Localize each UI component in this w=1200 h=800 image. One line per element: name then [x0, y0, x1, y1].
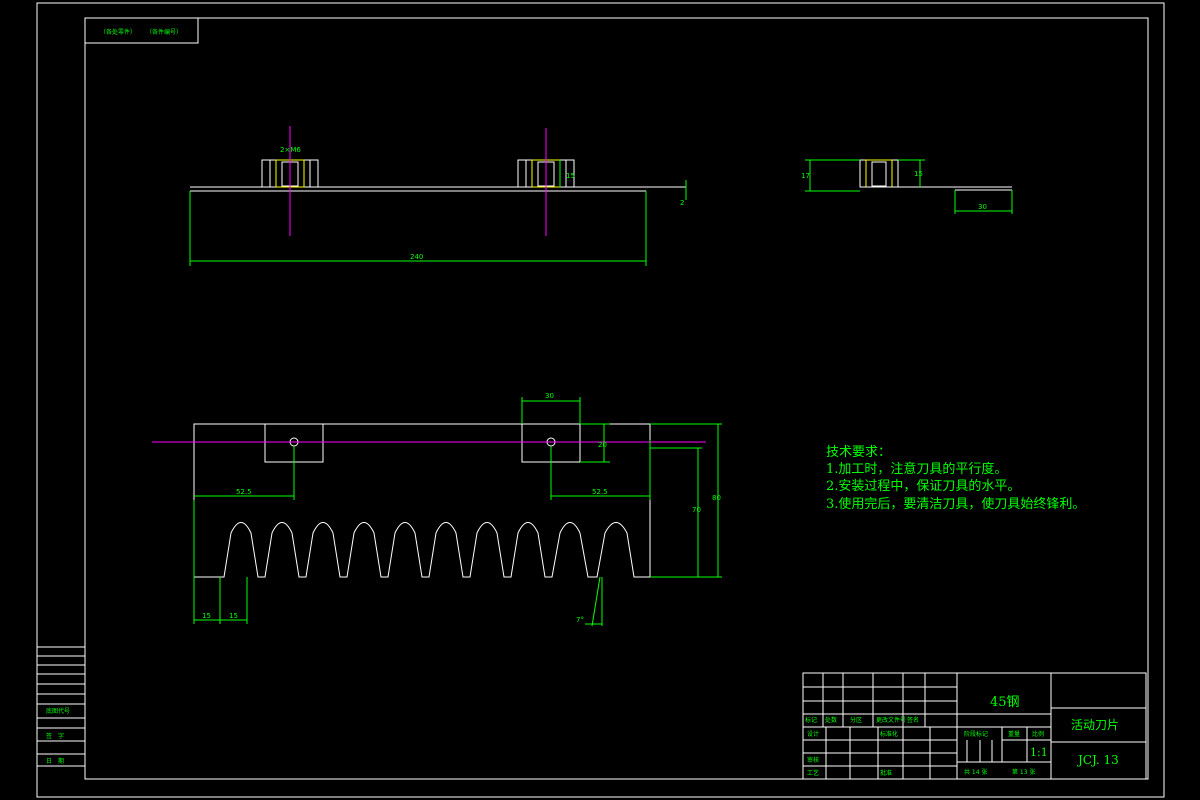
sheet-no: 第 13 张 — [1012, 768, 1035, 776]
dim-rise-2: 2 — [680, 199, 684, 207]
dim-plan-30: 30 — [545, 392, 554, 400]
dim-240: 240 — [410, 253, 423, 261]
title-block: 标记 处数 分区 更改文件号 签名 设计 标准化 审核 工艺 批准 45钢 阶段… — [802, 672, 1147, 780]
inner-frame — [84, 17, 1149, 780]
tb-row-craft: 工艺 — [807, 769, 819, 777]
dim-thread: 2×M6 — [280, 146, 301, 154]
dim-side-30: 30 — [978, 203, 987, 211]
dim-plan-70: 70 — [692, 506, 701, 514]
left-table-label-3: 日 期 — [46, 757, 64, 765]
dim-plan-left: 52.5 — [236, 488, 252, 496]
top-label-box: （各处零件） （各件编号） — [84, 17, 199, 44]
dim-side-15: 15 — [914, 170, 923, 178]
dim-plan-t1: 15 — [202, 612, 211, 620]
part-name: 活动刀片 — [1071, 718, 1119, 732]
tb-row-design: 设计 — [807, 730, 819, 738]
tb-row-approve: 批准 — [880, 769, 892, 777]
sheets-total: 共 14 张 — [964, 768, 987, 776]
dim-side-17: 17 — [801, 172, 810, 180]
outer-frame — [36, 2, 1165, 798]
dim-plan-right: 52.5 — [592, 488, 608, 496]
tb-row-review: 审核 — [807, 756, 819, 764]
scale-value: 1:1 — [1030, 746, 1048, 759]
stage-label: 阶段标记 — [964, 730, 988, 738]
tech-item-3: 3.使用完后，要清洁刀具，使刀具始终锋利。 — [826, 496, 1085, 512]
scale-label: 比例 — [1032, 730, 1044, 738]
material: 45钢 — [990, 695, 1020, 710]
dim-plan-angle: 7° — [576, 616, 584, 624]
top-label-1: （各处零件） — [100, 28, 136, 36]
tech-title: 技术要求： — [826, 445, 891, 460]
left-table-label-2: 签 字 — [46, 732, 64, 740]
top-label-2: （各件编号） — [146, 28, 182, 36]
dim-plan-t2: 15 — [229, 612, 238, 620]
tb-row-std: 标准化 — [880, 730, 898, 738]
tb-rev-3: 分区 — [850, 716, 862, 724]
left-side-table: 底图代号 签 字 日 期 — [37, 646, 85, 767]
weight-label: 重量 — [1008, 730, 1020, 738]
dim-boss-15: 15 — [566, 172, 575, 180]
side-view: 17 15 30 — [801, 159, 1013, 214]
plan-view: 30 20 52.5 52.5 70 80 15 15 7° — [152, 392, 722, 627]
tb-rev-1: 标记 — [805, 716, 817, 724]
tb-rev-4: 更改文件号 — [876, 716, 906, 724]
tech-item-2: 2.安装过程中，保证刀具的水平。 — [826, 478, 1020, 494]
drawing-number: JCJ. 13 — [1076, 753, 1119, 767]
tb-rev-2: 处数 — [825, 716, 837, 724]
technical-requirements: 技术要求： 1.加工时，注意刀具的平行度。 2.安装过程中，保证刀具的水平。 3… — [826, 445, 1085, 512]
tb-rev-5: 签名 — [907, 716, 919, 724]
drawing-canvas: （各处零件） （各件编号） 底图代号 签 字 日 期 240 2×M6 15 2… — [36, 2, 1165, 798]
dim-plan-20: 20 — [598, 441, 607, 449]
front-view: 240 2×M6 15 2 — [189, 126, 687, 266]
tech-item-1: 1.加工时，注意刀具的平行度。 — [826, 461, 1007, 477]
left-table-label-1: 底图代号 — [46, 707, 70, 715]
dim-plan-80: 80 — [712, 494, 721, 502]
